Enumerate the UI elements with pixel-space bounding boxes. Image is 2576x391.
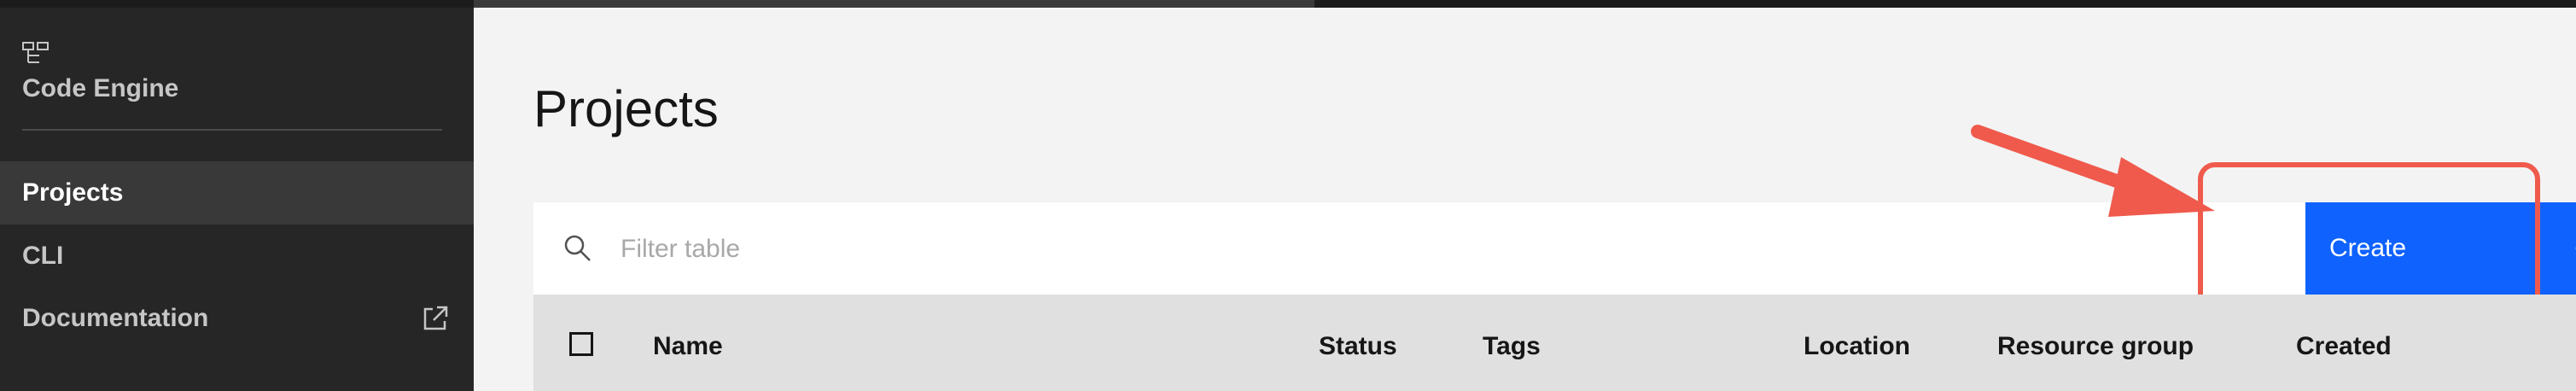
column-header-tags[interactable]: Tags (1483, 332, 1541, 361)
column-header-created[interactable]: Created (2296, 332, 2392, 361)
page-title: Projects (533, 80, 719, 137)
table-header: Name Status Tags Location Resource group… (533, 295, 2576, 391)
external-link-icon (423, 306, 448, 330)
column-header-status[interactable]: Status (1319, 332, 1397, 361)
main-content: Projects Create + Name Status Tags Locat… (474, 8, 2576, 391)
search-icon (564, 235, 591, 261)
column-header-location[interactable]: Location (1804, 332, 1910, 361)
app-name: Code Engine (22, 74, 179, 102)
sidebar-item-label: CLI (22, 242, 64, 270)
sidebar-item-projects[interactable]: Projects (0, 161, 474, 225)
sidebar-divider (22, 129, 442, 131)
sidebar-item-documentation[interactable]: Documentation (0, 287, 474, 350)
select-all-checkbox[interactable] (569, 332, 593, 356)
annotation-arrow-icon (1971, 125, 2215, 217)
sidebar-item-label: Projects (22, 178, 124, 207)
sidebar-item-cli[interactable]: CLI (0, 225, 474, 288)
column-header-resource-group[interactable]: Resource group (1997, 332, 2194, 361)
sidebar: Code Engine Projects CLI Documentation (0, 8, 474, 391)
search-input[interactable] (619, 223, 1817, 276)
sidebar-item-label: Documentation (22, 304, 209, 332)
code-engine-icon (22, 42, 49, 63)
column-header-name[interactable]: Name (653, 332, 723, 361)
top-bar (0, 0, 2576, 8)
